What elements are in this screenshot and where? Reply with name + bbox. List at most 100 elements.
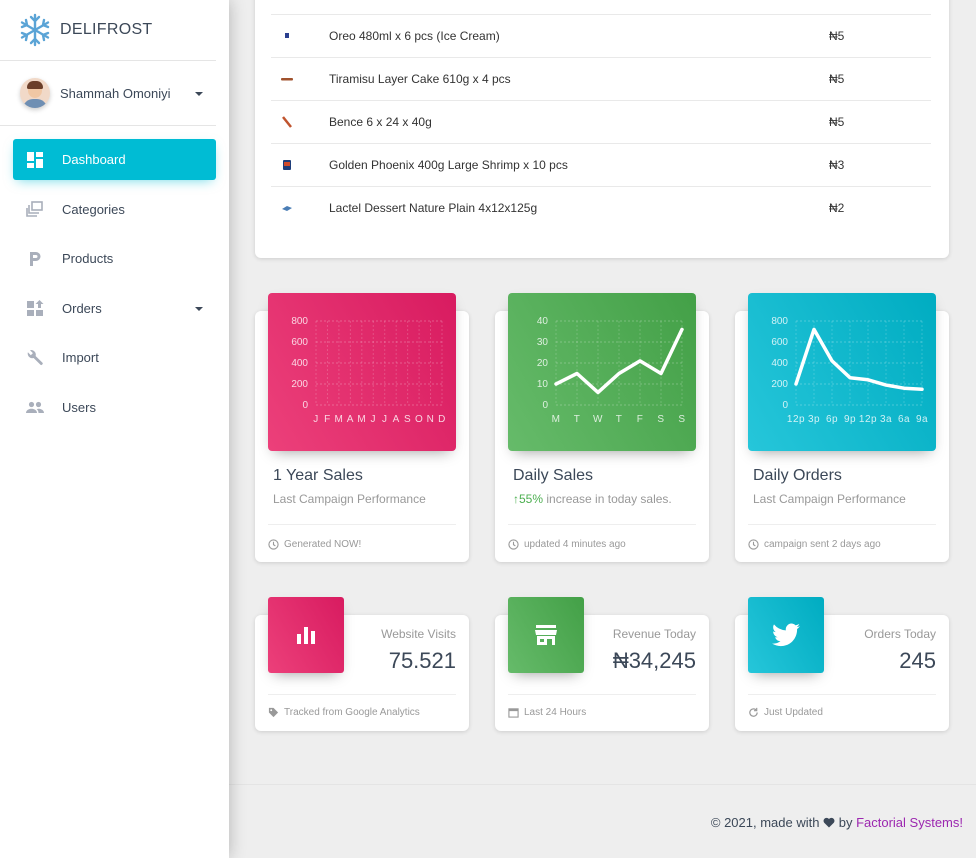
x-tick-label: 12p	[787, 414, 805, 425]
letter-p-icon	[25, 249, 45, 269]
x-tick-label: S	[678, 414, 685, 425]
sidebar-item-dashboard[interactable]: Dashboard	[13, 139, 216, 180]
sidebar: DELIFROST Shammah Omoniyi Dashboard Cate…	[0, 0, 229, 858]
chart-subtitle: Last Campaign Performance	[753, 492, 906, 506]
sidebar-item-label: Orders	[62, 300, 102, 316]
sidebar-item-products[interactable]: Products	[13, 238, 216, 279]
sidebar-item-label: Import	[62, 350, 99, 365]
table-row[interactable]: Tiramisu Layer Cake 610g x 4 pcs ₦5	[271, 57, 931, 100]
stat-value: ₦34,245	[612, 648, 696, 673]
calendar-icon	[508, 708, 519, 718]
table-row[interactable]: Bence 6 x 24 x 40g ₦5	[271, 100, 931, 143]
y-tick-label: 400	[291, 358, 308, 369]
avatar	[20, 78, 50, 108]
bar-chart-icon	[268, 597, 344, 673]
stat-category: Website Visits	[381, 627, 456, 641]
y-tick-label: 0	[302, 400, 308, 411]
stat-card-website-visits: Website Visits 75.521 Tracked from Googl…	[255, 597, 469, 731]
chevron-down-icon	[195, 306, 203, 311]
y-tick-label: 200	[291, 379, 308, 390]
x-tick-label: A	[347, 414, 354, 425]
x-tick-label: A	[393, 414, 400, 425]
chart-footer-text: updated 4 minutes ago	[524, 539, 626, 550]
year-sales-chart: 800 600 400 200 0 J F M A M J J A S O N D	[268, 293, 456, 451]
x-tick-label: F	[324, 414, 331, 425]
sidebar-item-orders[interactable]: Orders	[13, 288, 216, 329]
factorial-systems-link[interactable]: Factorial Systems!	[856, 815, 963, 830]
copyright: © 2021, made with	[710, 815, 820, 830]
chart-footer: Generated NOW!	[268, 524, 456, 550]
store-icon	[508, 597, 584, 673]
x-tick-label: T	[616, 414, 623, 425]
clock-icon	[748, 539, 759, 550]
table-row[interactable]: Oreo 480ml x 6 pcs (Ice Cream) ₦5	[271, 14, 931, 57]
x-tick-label: 9p	[844, 414, 856, 425]
product-name: Lactel Dessert Nature Plain 4x12x125g	[329, 201, 538, 215]
product-value: ₦2	[829, 201, 845, 215]
stat-footer-text: Just Updated	[764, 707, 823, 718]
stat-category: Orders Today	[864, 627, 936, 641]
x-tick-label: J	[382, 414, 388, 425]
product-value: ₦5	[829, 115, 845, 129]
sidebar-item-import[interactable]: Import	[13, 337, 216, 378]
chart-footer-text: Generated NOW!	[284, 539, 362, 550]
dashboard-icon	[25, 150, 45, 170]
library-icon	[25, 199, 45, 219]
x-tick-label: 9a	[916, 414, 928, 425]
main-content: Oreo 480ml x 6 pcs (Ice Cream) ₦5 Tirami…	[229, 0, 976, 858]
sidebar-item-users[interactable]: Users	[13, 387, 216, 428]
sidebar-item-label: Products	[62, 251, 114, 266]
x-tick-label: M	[334, 414, 343, 425]
x-tick-label: N	[427, 414, 435, 425]
chart-title: Daily Sales	[513, 467, 594, 484]
user-menu[interactable]: Shammah Omoniyi	[0, 61, 216, 126]
y-tick-label: 400	[771, 358, 788, 369]
x-tick-label: 6a	[898, 414, 910, 425]
user-name: Shammah Omoniyi	[60, 85, 171, 101]
brand[interactable]: DELIFROST	[0, 0, 216, 61]
product-name: Bence 6 x 24 x 40g	[329, 115, 432, 129]
increase-text: increase in today sales.	[543, 492, 672, 506]
x-tick-label: D	[438, 414, 446, 425]
stat-footer: Last 24 Hours	[508, 694, 696, 718]
product-value: ₦5	[829, 29, 845, 43]
x-tick-label: M	[357, 414, 366, 425]
product-thumb-icon	[283, 160, 291, 170]
chart-card-daily-sales: 40 30 20 10 0 M T W T F S S Daily Sales ↑55% increa…	[495, 293, 709, 562]
x-tick-label: M	[552, 414, 561, 425]
x-tick-label: 3a	[880, 414, 892, 425]
x-tick-label: O	[415, 414, 423, 425]
y-tick-label: 200	[771, 379, 788, 390]
chart-subtitle: Last Campaign Performance	[273, 492, 426, 506]
chart-title: Daily Orders	[753, 467, 842, 484]
x-tick-label: W	[593, 414, 603, 425]
x-tick-label: S	[657, 414, 664, 425]
y-tick-label: 30	[537, 337, 549, 348]
orders-icon	[25, 298, 45, 318]
stat-footer-text: Tracked from Google Analytics	[284, 707, 420, 718]
product-name: Oreo 480ml x 6 pcs (Ice Cream)	[329, 29, 500, 43]
y-tick-label: 600	[291, 337, 308, 348]
product-thumb-icon	[282, 116, 292, 128]
footer-by: by	[838, 815, 853, 830]
y-tick-label: 0	[782, 400, 788, 411]
people-icon	[25, 397, 45, 417]
tag-icon	[268, 707, 279, 718]
chart-footer-text: campaign sent 2 days ago	[764, 539, 881, 550]
table-row[interactable]: Golden Phoenix 400g Large Shrimp x 10 pc…	[271, 143, 931, 186]
stat-footer: Tracked from Google Analytics	[268, 694, 456, 718]
stat-footer-text: Last 24 Hours	[524, 707, 587, 718]
stat-card-orders-today: Orders Today 245 Just Updated	[735, 597, 949, 731]
product-name: Tiramisu Layer Cake 610g x 4 pcs	[329, 72, 511, 86]
products-table-card: Oreo 480ml x 6 pcs (Ice Cream) ₦5 Tirami…	[255, 0, 949, 258]
y-tick-label: 40	[537, 316, 549, 327]
sidebar-item-label: Users	[62, 399, 96, 415]
daily-sales-chart: 40 30 20 10 0 M T W T F S S	[508, 293, 696, 451]
y-tick-label: 800	[771, 316, 788, 327]
series-line	[794, 327, 924, 391]
table-row[interactable]: Lactel Dessert Nature Plain 4x12x125g ₦2	[271, 186, 931, 229]
stat-card-revenue-today: Revenue Today ₦34,245 Last 24 Hours	[495, 597, 709, 731]
stat-value: 75.521	[388, 648, 456, 673]
product-thumb-icon	[282, 206, 292, 211]
sidebar-item-categories[interactable]: Categories	[13, 189, 216, 230]
